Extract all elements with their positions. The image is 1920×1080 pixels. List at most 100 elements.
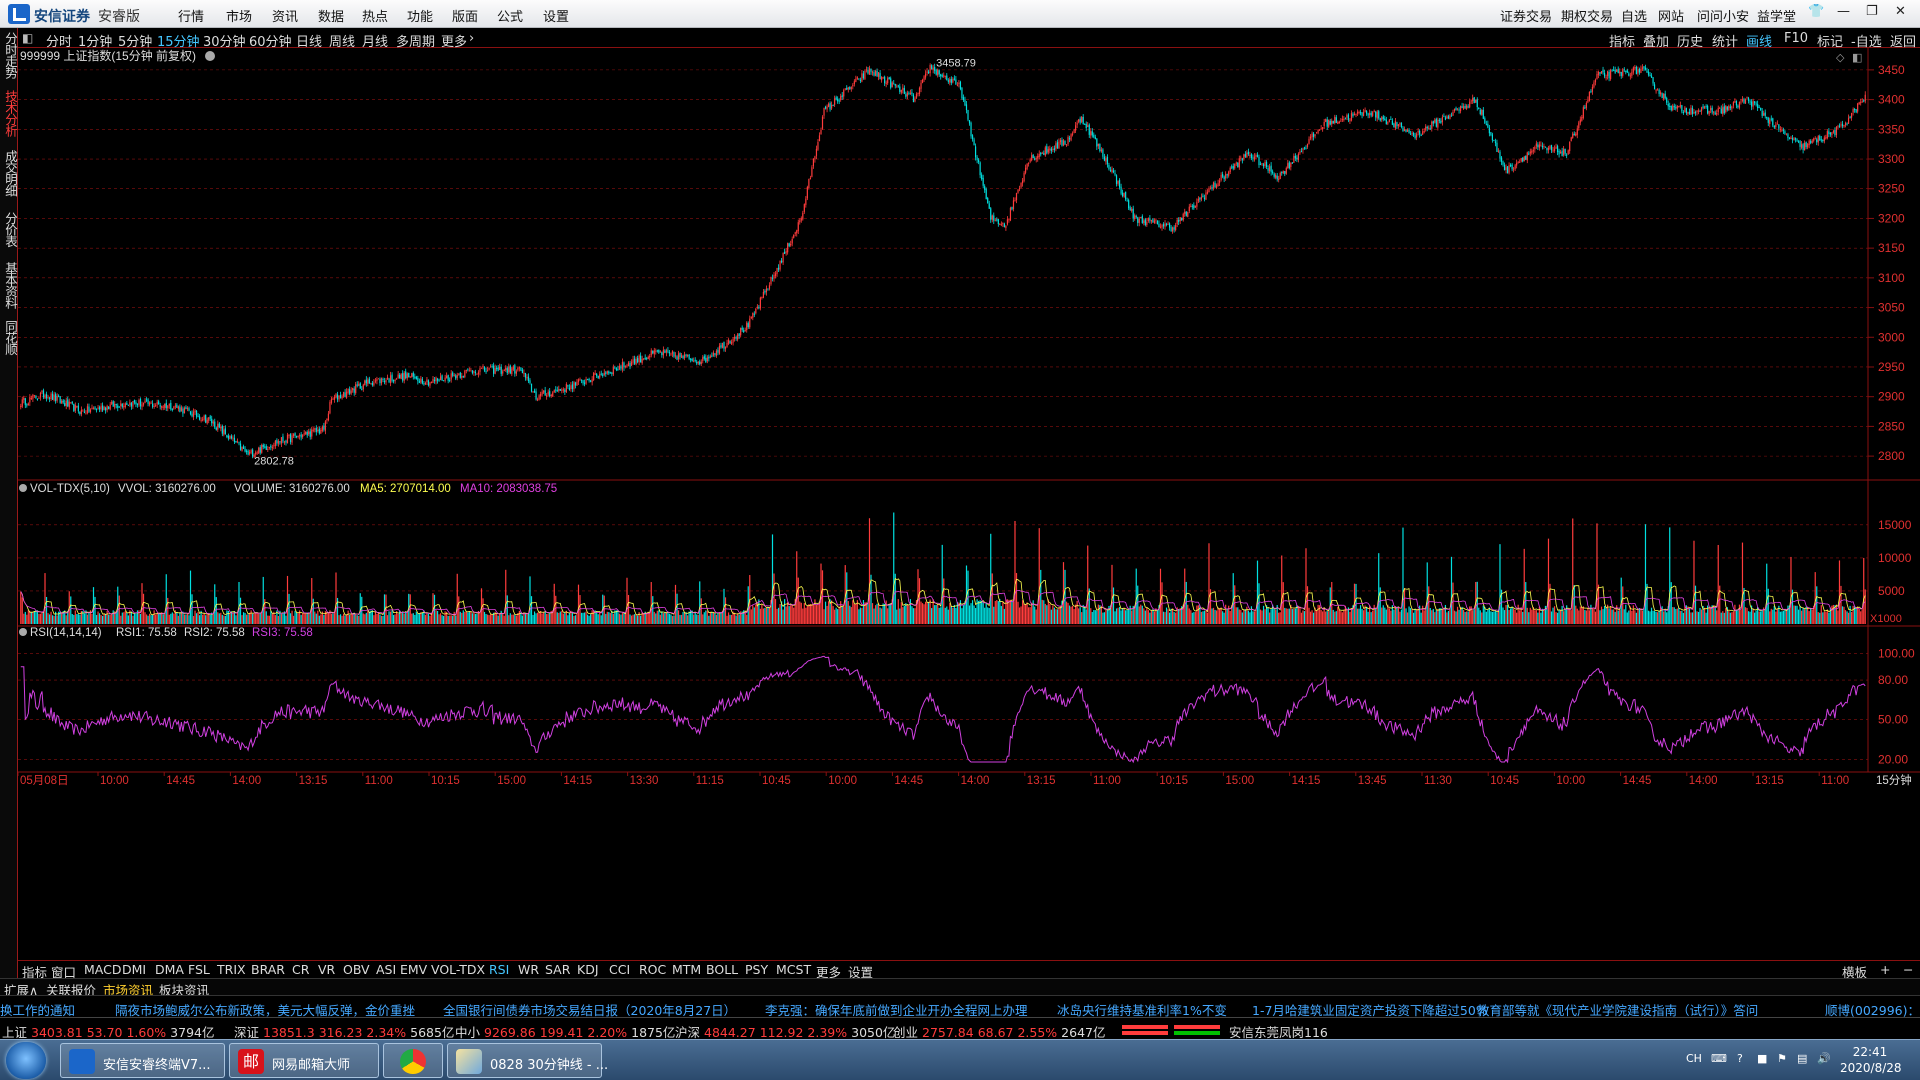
candle-body: [1082, 116, 1084, 124]
tray-flag-icon[interactable]: ⚑: [1777, 1052, 1787, 1065]
menu-website[interactable]: 网站: [1658, 6, 1684, 25]
tab-tonghuashun[interactable]: 同花顺: [1, 320, 18, 355]
candle-body: [1218, 180, 1221, 183]
ind-dmi[interactable]: DMI: [122, 962, 146, 977]
tab-intraday[interactable]: 分时走势: [1, 32, 18, 78]
volume-bar: [1458, 609, 1460, 624]
ind-dma[interactable]: DMA: [155, 962, 184, 977]
chevron-right-icon[interactable]: ›: [469, 31, 474, 46]
menu-hot[interactable]: 热点: [362, 6, 388, 25]
menu-formula[interactable]: 公式: [497, 6, 523, 25]
tray-app-icon[interactable]: ■: [1757, 1052, 1767, 1065]
panel-toggle-icon[interactable]: ◧: [22, 31, 33, 45]
tray-help-icon[interactable]: ?: [1737, 1052, 1743, 1065]
news-item[interactable]: 冰岛央行维持基准利率1%不变: [1057, 1000, 1227, 1017]
volume-bar: [711, 611, 713, 624]
ind-kdj[interactable]: KDJ: [577, 962, 599, 977]
ind-cci[interactable]: CCI: [609, 962, 630, 977]
candle-body: [1028, 162, 1030, 164]
candle-body: [1679, 105, 1681, 107]
candle-body: [1112, 170, 1115, 173]
taskbar-item-paint[interactable]: 0828 30分钟线 - ...: [447, 1043, 608, 1078]
news-item[interactable]: 教育部等就《现代产业学院建设指南（试行）》答问: [1477, 1000, 1758, 1017]
menu-yixuetang[interactable]: 益学堂: [1757, 6, 1796, 25]
tray-network-icon[interactable]: ▤: [1797, 1052, 1807, 1065]
ind-fsl[interactable]: FSL: [188, 962, 210, 977]
menu-function[interactable]: 功能: [407, 6, 433, 25]
tab-trade-details[interactable]: 成交明细: [1, 150, 18, 196]
taskbar-item-anxin[interactable]: 安信安睿终端V7...: [60, 1043, 225, 1078]
ind-emv[interactable]: EMV: [400, 962, 427, 977]
zoom-in-icon[interactable]: +: [1880, 962, 1890, 977]
candle-body: [594, 373, 596, 375]
candle-body: [449, 379, 451, 381]
candle-body: [1449, 115, 1451, 120]
ind-sar[interactable]: SAR: [545, 962, 570, 977]
windows-start-icon[interactable]: [6, 1042, 46, 1079]
volume-bar: [1303, 611, 1306, 624]
ind-wr[interactable]: WR: [518, 962, 539, 977]
candle-body: [315, 428, 317, 433]
tab-technical-analysis[interactable]: 技术分析: [1, 90, 18, 136]
news-item[interactable]: 换工作的通知: [0, 1000, 75, 1017]
menu-watchlist[interactable]: 自选: [1621, 6, 1647, 25]
ind-trix[interactable]: TRIX: [217, 962, 246, 977]
menu-ask-anxin[interactable]: 问问小安: [1697, 6, 1749, 25]
news-item[interactable]: 顺博(002996)：[: [1825, 1000, 1920, 1017]
volume-bar: [1075, 604, 1077, 624]
volume-bar: [1649, 611, 1651, 624]
ind-mcst[interactable]: MCST: [776, 962, 811, 977]
menu-data[interactable]: 数据: [318, 6, 344, 25]
menu-quotes[interactable]: 行情: [178, 6, 204, 25]
chart-area[interactable]: 3450 3400 3350 3300 3250 3200 3150 3100 3050 3000…: [18, 48, 1920, 980]
menu-layout[interactable]: 版面: [452, 6, 478, 25]
candle-body: [1337, 122, 1339, 125]
candle-body: [1009, 207, 1012, 221]
close-icon[interactable]: ✕: [1895, 4, 1906, 19]
candle-body: [161, 406, 163, 408]
ind-brar[interactable]: BRAR: [251, 962, 285, 977]
volume-bar: [1149, 612, 1151, 624]
ind-asi[interactable]: ASI: [376, 962, 396, 977]
ind-macd[interactable]: MACD: [84, 962, 121, 977]
candle-body: [1273, 173, 1275, 177]
tab-fundamentals[interactable]: 基本资料: [1, 262, 18, 308]
ind-roc[interactable]: ROC: [639, 962, 666, 977]
kline-chart-svg[interactable]: 3450340033503300325032003150310030503000…: [18, 48, 1920, 960]
tray-volume-icon[interactable]: 🔊: [1817, 1052, 1831, 1065]
minimize-icon[interactable]: —: [1837, 4, 1850, 19]
menu-options-trade[interactable]: 期权交易: [1561, 6, 1613, 25]
menu-news[interactable]: 资讯: [272, 6, 298, 25]
news-item[interactable]: 全国银行间债券市场交易结日报（2020年8月27日）: [443, 1000, 736, 1017]
ind-mtm[interactable]: MTM: [672, 962, 701, 977]
menu-settings[interactable]: 设置: [543, 6, 569, 25]
ind-boll[interactable]: BOLL: [706, 962, 738, 977]
news-item[interactable]: 李克强：确保年底前做到企业开办全程网上办理: [765, 1000, 1028, 1017]
menu-market[interactable]: 市场: [226, 6, 252, 25]
menu-securities-trade[interactable]: 证券交易: [1500, 6, 1552, 25]
ind-rsi[interactable]: RSI: [489, 962, 509, 977]
ind-cr[interactable]: CR: [292, 962, 309, 977]
volume-bar: [38, 613, 40, 624]
candle-body: [76, 406, 78, 408]
candle-body: [353, 388, 355, 393]
volume-bar: [367, 610, 369, 624]
ind-vr[interactable]: VR: [318, 962, 335, 977]
ind-psy[interactable]: PSY: [745, 962, 768, 977]
news-item[interactable]: 隔夜市场鲍威尔公布新政策，美元大幅反弹，金价重挫: [115, 1000, 415, 1017]
restore-icon[interactable]: ❐: [1866, 4, 1878, 19]
tray-keyboard-icon[interactable]: ⌨: [1711, 1052, 1727, 1065]
ind-obv[interactable]: OBV: [343, 962, 370, 977]
zoom-out-icon[interactable]: −: [1903, 962, 1913, 977]
ind-vol-tdx[interactable]: VOL-TDX: [431, 962, 485, 977]
tool-f10[interactable]: F10: [1784, 31, 1808, 46]
taskbar-item-chrome[interactable]: [383, 1043, 443, 1078]
tab-price-table[interactable]: 分价表: [1, 212, 18, 247]
volume-bar: [1052, 605, 1054, 624]
skin-icon[interactable]: 👕: [1808, 4, 1824, 19]
tray-language[interactable]: CH: [1686, 1052, 1702, 1065]
tray-clock[interactable]: 22:41 2020/8/28: [1840, 1044, 1902, 1076]
candle-body: [1120, 186, 1122, 194]
news-item[interactable]: 1-7月哈建筑业固定资产投资下降超过50%: [1252, 1000, 1488, 1017]
taskbar-item-mail[interactable]: 邮 网易邮箱大师: [229, 1043, 379, 1078]
